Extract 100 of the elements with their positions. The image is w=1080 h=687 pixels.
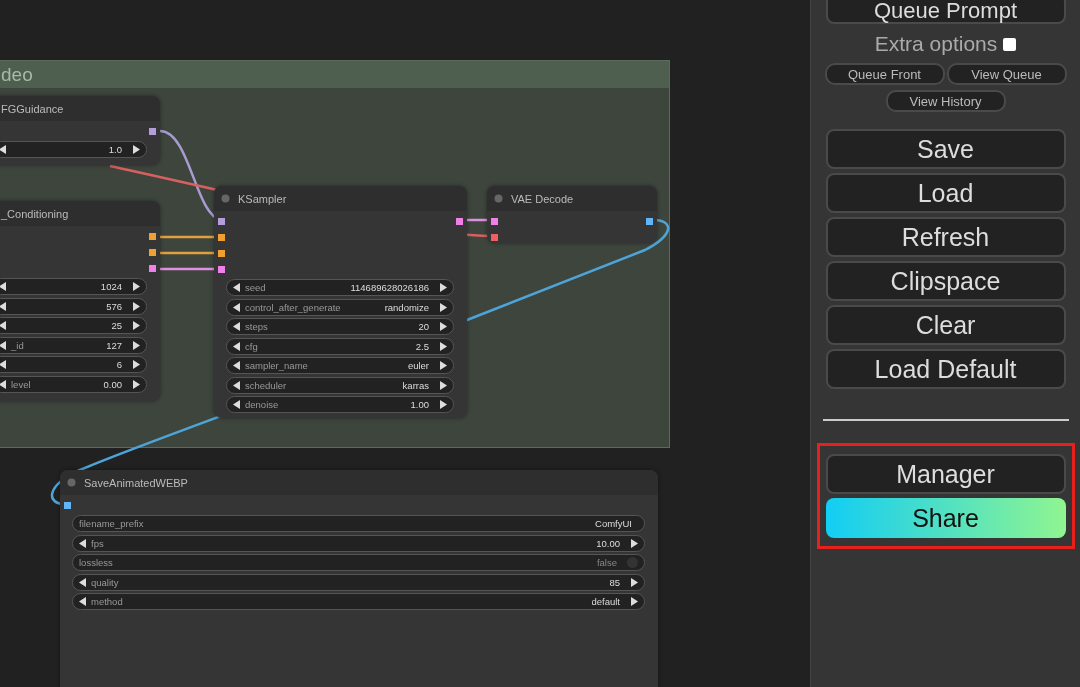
widget-field[interactable]: level 0.00 <box>0 375 147 393</box>
widget-value: 1024 <box>100 281 122 292</box>
widget-field[interactable]: seed 114689628026186 <box>226 279 454 296</box>
widget-value: 2.5 <box>415 340 429 352</box>
widget-value: default <box>591 596 620 607</box>
decrement-arrow-icon[interactable] <box>79 597 87 606</box>
widget-label: control_after_generate <box>245 301 341 313</box>
extra-options-label: Extra options <box>874 32 998 56</box>
decrement-arrow-icon[interactable] <box>233 361 241 370</box>
widget-field[interactable]: method default <box>72 593 645 610</box>
queue-button[interactable]: Queue Front <box>824 63 945 85</box>
widget-field[interactable]: filename_prefix ComfyUI <box>72 515 645 532</box>
output-slot[interactable] <box>646 217 653 225</box>
manager-button[interactable]: Manager <box>825 454 1066 494</box>
output-slot[interactable] <box>149 127 156 135</box>
input-slot[interactable] <box>218 249 225 257</box>
widget-field[interactable]: scheduler karras <box>226 376 454 394</box>
input-slot[interactable] <box>491 233 498 241</box>
widget-label: denoise <box>245 399 279 410</box>
increment-arrow-icon[interactable] <box>132 360 140 369</box>
widget-field[interactable]: 6 <box>0 356 147 373</box>
widget-value: 1.00 <box>410 399 429 410</box>
increment-arrow-icon[interactable] <box>439 322 447 331</box>
node-title: FGGuidance <box>1 102 64 115</box>
menu-button[interactable]: Load Default <box>825 349 1066 389</box>
widget-label: scheduler <box>245 379 287 391</box>
input-slot[interactable] <box>218 233 225 241</box>
widget-label: fps <box>91 537 104 549</box>
input-slot[interactable] <box>64 501 71 509</box>
increment-arrow-icon[interactable] <box>439 361 447 370</box>
menu-button[interactable]: Save <box>825 129 1066 169</box>
status-dot-icon <box>67 478 76 487</box>
output-slot[interactable] <box>149 232 156 240</box>
decrement-arrow-icon[interactable] <box>0 145 7 154</box>
widget-label: lossless <box>79 557 113 568</box>
widget-value: ComfyUI <box>595 518 632 529</box>
widget-field[interactable]: _id 127 <box>0 336 147 354</box>
widget-label: method <box>91 596 123 607</box>
increment-arrow-icon[interactable] <box>630 597 638 606</box>
group-title: deo <box>1 63 33 86</box>
widget-value: euler <box>407 360 429 371</box>
input-slot[interactable] <box>491 217 498 225</box>
widget-label: filename_prefix <box>79 518 144 529</box>
queue-button[interactable]: View History <box>885 90 1006 112</box>
decrement-arrow-icon[interactable] <box>233 283 241 292</box>
decrement-arrow-icon[interactable] <box>0 321 7 330</box>
input-slot[interactable] <box>218 265 225 273</box>
input-slot[interactable] <box>218 217 225 225</box>
widget-field[interactable]: fps 10.00 <box>72 534 645 552</box>
widget-value: randomize <box>384 301 429 313</box>
widget-value: 20 <box>418 321 429 332</box>
increment-arrow-icon[interactable] <box>132 282 140 291</box>
node-title: SaveAnimatedWEBP <box>84 476 188 489</box>
output-slot[interactable] <box>456 217 463 225</box>
widget-field[interactable]: quality 85 <box>72 573 645 591</box>
decrement-arrow-icon[interactable] <box>0 282 7 291</box>
decrement-arrow-icon[interactable] <box>0 360 7 369</box>
menu-button[interactable]: Clipspace <box>825 261 1066 301</box>
widget-field[interactable]: lossless false <box>72 554 645 571</box>
increment-arrow-icon[interactable] <box>439 400 447 409</box>
queue-prompt-button[interactable]: Queue Prompt <box>825 0 1066 24</box>
decrement-arrow-icon[interactable] <box>233 400 241 409</box>
node-title: KSampler <box>238 192 287 205</box>
widget-field[interactable]: 1.0 <box>0 141 147 158</box>
widget-label: cfg <box>245 340 258 352</box>
menu-button[interactable]: Refresh <box>825 217 1066 257</box>
increment-arrow-icon[interactable] <box>132 321 140 330</box>
increment-arrow-icon[interactable] <box>630 538 638 548</box>
widget-field[interactable]: 576 <box>0 297 147 315</box>
widget-field[interactable]: denoise 1.00 <box>226 396 454 413</box>
widget-field[interactable]: 25 <box>0 317 147 334</box>
extra-options-checkbox[interactable] <box>1003 37 1017 51</box>
share-button[interactable]: Share <box>825 498 1066 538</box>
node-title: VAE Decode <box>511 192 574 205</box>
decrement-arrow-icon[interactable] <box>233 322 241 331</box>
increment-arrow-icon[interactable] <box>132 145 140 154</box>
widget-field[interactable]: 1024 <box>0 278 147 295</box>
widget-label: steps <box>245 321 268 332</box>
toggle-dot-icon[interactable] <box>627 557 638 568</box>
output-slot[interactable] <box>149 248 156 256</box>
widget-field[interactable]: cfg 2.5 <box>226 337 454 355</box>
widget-value: 6 <box>116 359 122 370</box>
widget-field[interactable]: control_after_generate randomize <box>226 298 454 316</box>
widget-label: seed <box>245 282 266 293</box>
widget-label: _id <box>11 339 24 351</box>
widget-field[interactable]: steps 20 <box>226 318 454 335</box>
queue-button[interactable]: View Queue <box>946 63 1067 85</box>
increment-arrow-icon[interactable] <box>439 283 447 292</box>
widget-value: 85 <box>609 576 620 588</box>
widget-field[interactable]: sampler_name euler <box>226 357 454 374</box>
widget-label: quality <box>91 576 119 588</box>
decrement-arrow-icon[interactable] <box>79 538 87 548</box>
output-slot[interactable] <box>149 264 156 272</box>
widget-value: 576 <box>106 300 122 312</box>
node-title: _Conditioning <box>1 207 69 220</box>
status-dot-icon <box>494 194 503 203</box>
widget-value: 114689628026186 <box>350 282 429 293</box>
widget-value: 0.00 <box>103 378 122 390</box>
menu-button[interactable]: Clear <box>825 305 1066 345</box>
menu-button[interactable]: Load <box>825 173 1066 213</box>
